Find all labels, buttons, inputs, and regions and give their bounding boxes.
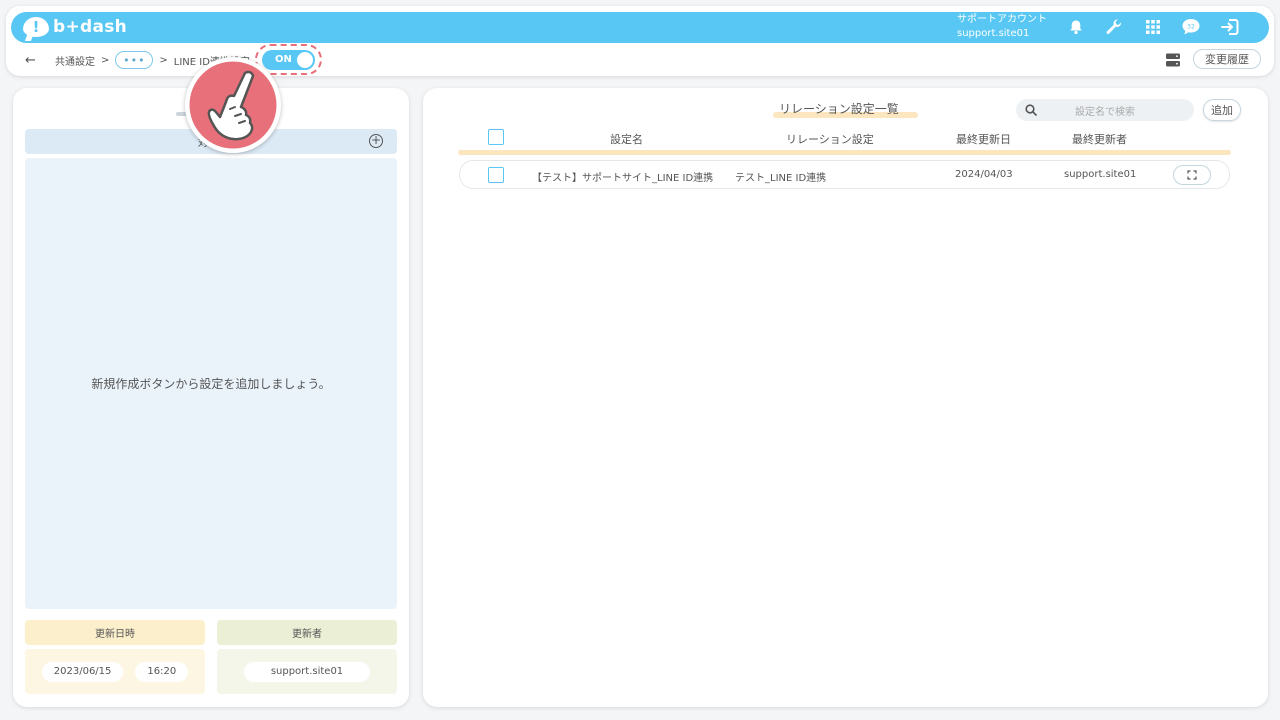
logo-text: b+dash: [53, 17, 128, 37]
updated-time: 16:20: [135, 661, 189, 682]
account-info[interactable]: サポートアカウント support.site01: [957, 13, 1047, 41]
column-last-updated-by[interactable]: 最終更新者: [1072, 131, 1127, 147]
empty-state: 新規作成ボタンから設定を追加しましょう。: [25, 158, 397, 609]
change-history-button[interactable]: 変更履歴: [1193, 49, 1261, 69]
column-name[interactable]: 設定名: [610, 131, 643, 147]
bell-icon[interactable]: [1065, 16, 1087, 38]
breadcrumb-ellipsis-button[interactable]: •••: [115, 51, 154, 69]
wrench-icon[interactable]: [1103, 16, 1125, 38]
column-last-updated[interactable]: 最終更新日: [956, 131, 1011, 147]
breadcrumb-separator: >: [101, 54, 110, 66]
logo[interactable]: ! b+dash: [23, 15, 127, 39]
row-name[interactable]: 【テスト】サポートサイト_LINE ID連携: [532, 169, 713, 184]
row-date: 2024/04/03: [955, 169, 1013, 180]
grid-icon[interactable]: [1142, 16, 1164, 38]
row-relation: テスト_LINE ID連携: [735, 173, 827, 184]
search-box[interactable]: 設定名で検索: [1016, 99, 1194, 121]
updated-date: 2023/06/15: [41, 661, 124, 682]
updated-at-box: 2023/06/15 16:20: [25, 649, 205, 694]
empty-message: 新規作成ボタンから設定を追加しましょう。: [91, 377, 331, 391]
relation-list-title: リレーション設定一覧: [779, 102, 899, 116]
svg-text:32: 32: [1187, 24, 1195, 31]
expand-icon: [1187, 170, 1197, 180]
account-id: support.site01: [957, 28, 1030, 39]
pointing-hand-icon: [185, 57, 281, 153]
toggle-knob: [297, 52, 313, 68]
server-icon[interactable]: [1166, 52, 1180, 67]
add-button[interactable]: 追加: [1203, 99, 1241, 121]
chat-icon[interactable]: 32: [1180, 16, 1202, 38]
table-row[interactable]: 【テスト】サポートサイト_LINE ID連携 テスト_LINE ID連携 202…: [459, 160, 1230, 189]
table-header-underline: [458, 150, 1231, 155]
account-label: サポートアカウント: [957, 14, 1047, 25]
right-panel: リレーション設定一覧 設定名で検索 追加 設定名 リレーション設定 最終更新日 …: [423, 88, 1268, 707]
logout-icon[interactable]: [1219, 16, 1241, 38]
updated-by-box: support.site01: [217, 649, 397, 694]
top-bar: ! b+dash サポートアカウント support.site01 32: [11, 12, 1269, 43]
expand-button[interactable]: [1173, 165, 1211, 185]
row-checkbox[interactable]: [488, 167, 504, 183]
updated-at-label: 更新日時: [25, 620, 205, 645]
column-relation[interactable]: リレーション設定: [786, 131, 874, 147]
add-circle-icon[interactable]: +: [369, 134, 383, 148]
back-arrow-icon[interactable]: ←: [25, 53, 41, 68]
logo-mark-text: !: [32, 17, 40, 36]
logo-mark: !: [23, 17, 49, 37]
breadcrumb-separator: >: [159, 54, 168, 66]
row-user: support.site01: [1064, 169, 1137, 180]
select-all-checkbox[interactable]: [488, 129, 504, 145]
search-placeholder: 設定名で検索: [1075, 106, 1135, 118]
updated-user: support.site01: [244, 661, 370, 682]
breadcrumb-common-settings[interactable]: 共通設定: [55, 53, 95, 68]
search-icon: [1025, 104, 1037, 116]
updated-by-label: 更新者: [217, 620, 397, 645]
left-panel: 対象P + 新規作成ボタンから設定を追加しましょう。 更新日時 更新者 2023…: [13, 88, 409, 707]
